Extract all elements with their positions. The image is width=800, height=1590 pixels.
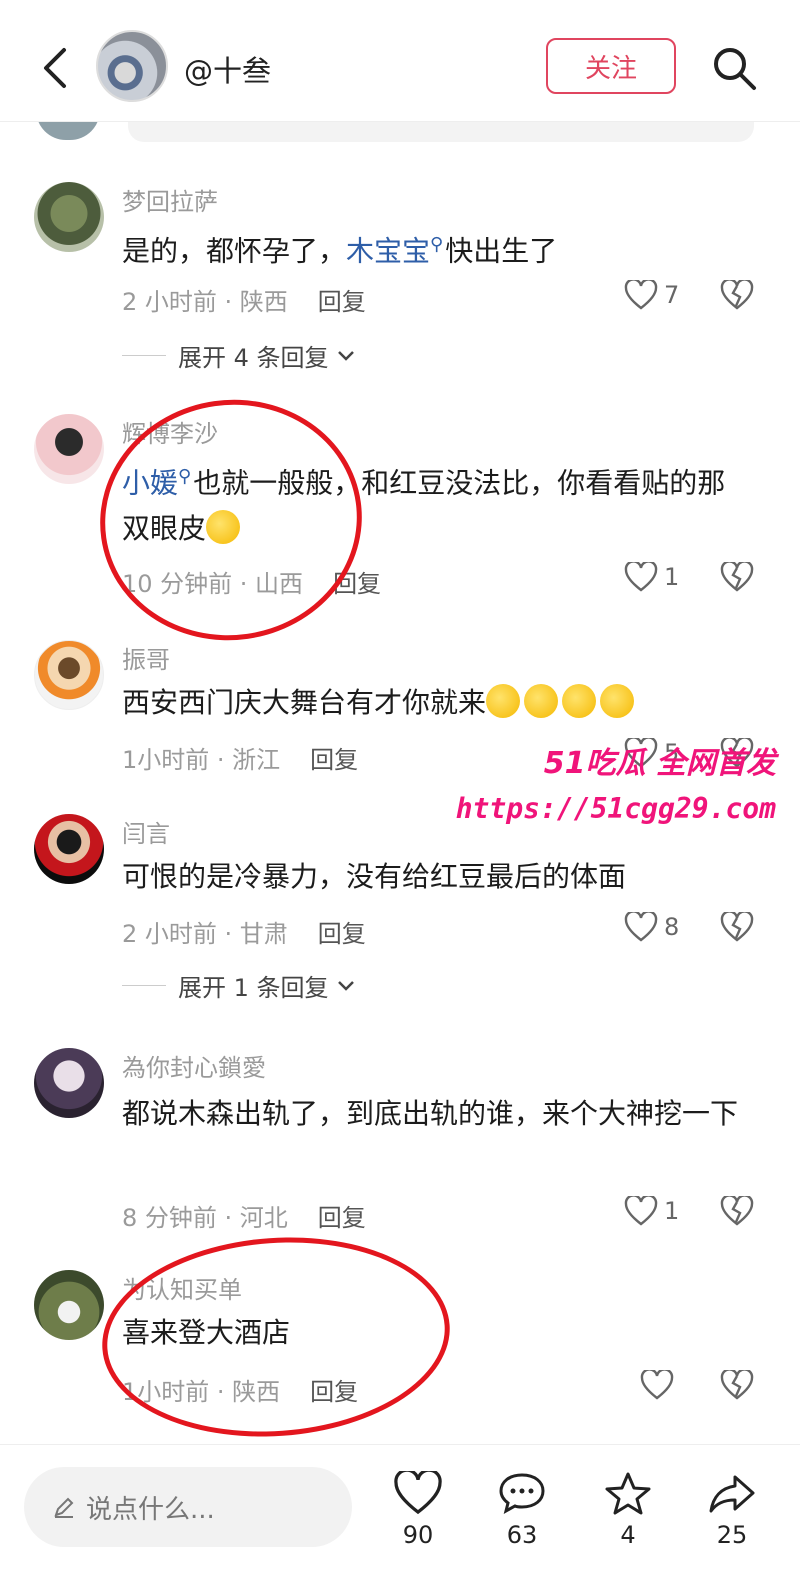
commenter-avatar[interactable] xyxy=(34,1048,104,1118)
like-count: 8 xyxy=(664,913,680,941)
comment-text: 是的，都怀孕了，木宝宝⚲快出生了 xyxy=(122,234,558,268)
bottom-action-bar: 说点什么... 90 63 4 25 xyxy=(0,1444,800,1590)
like-count: 7 xyxy=(664,281,680,309)
post-comment-button[interactable]: 63 xyxy=(482,1471,562,1549)
commenter-name[interactable]: 闫言 xyxy=(122,814,170,849)
pencil-icon xyxy=(54,1497,74,1518)
crying-emoji-icon xyxy=(486,684,521,718)
author-name[interactable]: @十叁 xyxy=(184,48,271,90)
post-comment-count: 63 xyxy=(506,1521,538,1549)
share-icon xyxy=(709,1475,755,1513)
comment-time: 8 分钟前 · 河北 xyxy=(122,1204,288,1232)
chevron-down-icon xyxy=(337,980,354,991)
expand-replies-label: 展开 4 条回复 xyxy=(178,344,329,372)
like-button[interactable] xyxy=(640,1370,680,1400)
comment-input[interactable]: 说点什么... xyxy=(24,1467,352,1547)
broken-heart-icon[interactable] xyxy=(720,1196,754,1226)
commenter-avatar[interactable] xyxy=(34,414,104,484)
comment-text: 可恨的是冷暴力，没有给红豆最后的体面 xyxy=(122,860,627,893)
reply-button[interactable]: 回复 xyxy=(318,288,366,316)
reply-button[interactable]: 回复 xyxy=(318,1204,366,1232)
commenter-name[interactable]: 為你封心鎖愛 xyxy=(122,1048,266,1083)
comment-bubble-icon xyxy=(499,1473,545,1514)
search-icon: ⚲ xyxy=(430,234,444,255)
broken-heart-icon[interactable] xyxy=(720,280,754,310)
comment-meta: 1小时前 · 浙江 回复 xyxy=(122,740,358,775)
star-icon xyxy=(605,1472,651,1515)
watermark-url: https://51cgg29.com xyxy=(455,792,776,825)
like-button[interactable]: 7 xyxy=(624,280,679,310)
heart-icon xyxy=(394,1468,442,1515)
post-share-button[interactable]: 25 xyxy=(692,1471,772,1549)
comment-meta: 8 分钟前 · 河北 回复 xyxy=(122,1198,366,1233)
post-favorite-count: 4 xyxy=(620,1521,636,1549)
like-button[interactable]: 1 xyxy=(624,562,679,592)
commenter-name[interactable]: 振哥 xyxy=(122,640,170,675)
expand-replies-button[interactable]: 展开 1 条回复 xyxy=(122,968,357,1003)
follow-button[interactable]: 关注 xyxy=(546,38,676,94)
mention-link[interactable]: 木宝宝 xyxy=(346,234,430,267)
watermark-brand: 51吃瓜 全网首发 xyxy=(543,746,776,781)
reply-button[interactable]: 回复 xyxy=(318,920,366,948)
expand-replies-button[interactable]: 展开 4 条回复 xyxy=(122,338,357,373)
author-avatar[interactable] xyxy=(96,30,168,102)
annotation-circle xyxy=(95,1226,457,1448)
post-like-button[interactable]: 90 xyxy=(378,1468,458,1549)
heart-icon xyxy=(624,280,658,310)
reply-button[interactable]: 回复 xyxy=(310,746,358,774)
comment-time: 1小时前 · 浙江 xyxy=(122,746,281,774)
comment-input-placeholder: 说点什么... xyxy=(86,1494,215,1525)
comment-text: 都说木森出轨了，到底出轨的谁，来个大神挖一下 xyxy=(122,1097,739,1130)
like-button[interactable]: 1 xyxy=(624,1196,679,1226)
like-count: 1 xyxy=(664,1197,680,1225)
top-bar: @十叁 关注 xyxy=(0,0,800,122)
chevron-down-icon xyxy=(337,350,354,361)
post-favorite-button[interactable]: 4 xyxy=(588,1471,668,1549)
crying-emoji-icon xyxy=(600,684,635,718)
crying-emoji-icon xyxy=(562,684,597,718)
heart-icon xyxy=(624,562,658,592)
comment-meta: 2 小时前 · 陕西 回复 xyxy=(122,282,366,317)
crying-emoji-icon xyxy=(524,684,559,718)
heart-icon xyxy=(640,1370,674,1400)
back-arrow-icon[interactable] xyxy=(36,44,76,92)
broken-heart-icon[interactable] xyxy=(720,912,754,942)
comment-text: 西安西门庆大舞台有才你就来 xyxy=(122,680,752,726)
commenter-avatar[interactable] xyxy=(34,814,104,884)
watermark: 51吃瓜 全网首发 https://51cgg29.com xyxy=(456,738,776,825)
heart-icon xyxy=(624,1196,658,1226)
search-icon[interactable] xyxy=(710,44,758,92)
broken-heart-icon[interactable] xyxy=(720,562,754,592)
comment-time: 2 小时前 · 陕西 xyxy=(122,288,288,316)
post-like-count: 90 xyxy=(402,1521,434,1549)
commenter-avatar[interactable] xyxy=(34,182,104,252)
commenter-name[interactable]: 梦回拉萨 xyxy=(122,182,218,217)
broken-heart-icon[interactable] xyxy=(720,1370,754,1400)
commenter-avatar[interactable] xyxy=(34,1270,104,1340)
post-share-count: 25 xyxy=(716,1521,748,1549)
commenter-avatar[interactable] xyxy=(34,640,104,710)
like-button[interactable]: 8 xyxy=(624,912,679,942)
comment-meta: 2 小时前 · 甘肃 回复 xyxy=(122,914,366,949)
heart-icon xyxy=(624,912,658,942)
comment-time: 2 小时前 · 甘肃 xyxy=(122,920,288,948)
expand-replies-label: 展开 1 条回复 xyxy=(178,974,329,1002)
like-count: 1 xyxy=(664,563,680,591)
